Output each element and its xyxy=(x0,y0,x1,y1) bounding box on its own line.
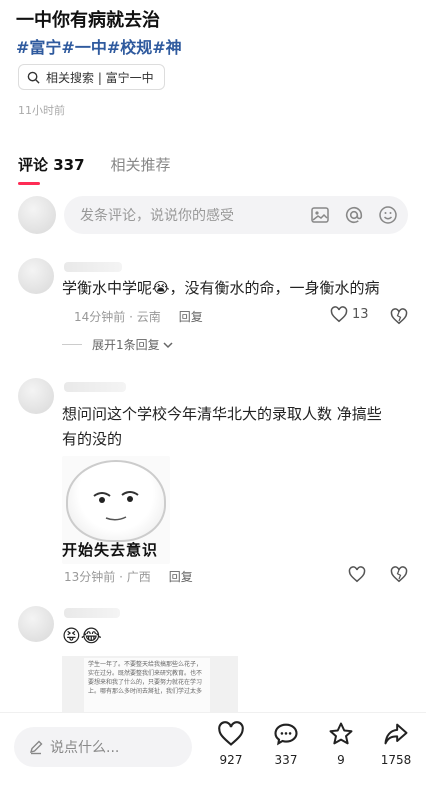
say-input-placeholder: 说点什么... xyxy=(50,740,120,756)
share-action[interactable]: 1758 xyxy=(374,721,418,767)
like-action[interactable]: 927 xyxy=(209,721,253,767)
commenter-name[interactable] xyxy=(64,608,120,618)
related-search-label: 相关搜索 | 富宁一中 xyxy=(46,70,154,85)
post-timestamp: 11小时前 xyxy=(18,104,65,117)
image-icon[interactable] xyxy=(310,205,330,225)
favorite-action[interactable]: 9 xyxy=(319,721,363,767)
comment-count: 337 xyxy=(274,753,298,767)
comment-like[interactable]: 13 xyxy=(330,306,369,323)
chevron-down-icon xyxy=(163,341,173,348)
comment-text-continued: 有的没的 xyxy=(62,430,123,448)
heart-icon[interactable] xyxy=(348,566,366,583)
comment-text: 想问问这个学校今年清华北大的录取人数 净搞些 xyxy=(62,405,382,423)
hashtag[interactable]: #富宁 xyxy=(16,38,61,57)
say-something-input[interactable]: 说点什么... xyxy=(14,727,192,767)
meme-caption: 开始失去意识 xyxy=(62,541,159,559)
emoji-icon[interactable] xyxy=(378,205,398,225)
share-count: 1758 xyxy=(380,753,412,767)
hashtag[interactable]: #神 xyxy=(152,38,181,57)
like-count: 927 xyxy=(219,753,243,767)
comment-input-placeholder: 发条评论，说说你的感受 xyxy=(80,208,234,224)
dislike-icon[interactable] xyxy=(390,308,408,325)
comment-tabs: 评论 337 相关推荐 xyxy=(18,154,197,185)
comment-text: 学衡水中学呢😭，没有衡水的命，一身衡水的病 xyxy=(62,279,380,297)
dislike-icon[interactable] xyxy=(390,566,408,583)
at-mention-icon[interactable] xyxy=(344,205,364,225)
comment-meta: 14分钟前 · 云南 回复 xyxy=(74,308,203,325)
comment-time-location: 13分钟前 · 广西 xyxy=(64,570,151,584)
comment-meta: 13分钟前 · 广西 回复 xyxy=(64,568,193,585)
heart-icon xyxy=(330,306,348,323)
meme-image[interactable]: 开始失去意识 xyxy=(62,456,170,564)
hashtag[interactable]: #一中 xyxy=(61,38,106,57)
favorite-count: 9 xyxy=(337,753,345,767)
pencil-icon xyxy=(29,740,43,755)
meme-face xyxy=(66,460,166,542)
commenter-avatar[interactable] xyxy=(18,378,54,414)
tab-comments[interactable]: 评论 337 xyxy=(18,154,85,185)
input-tools xyxy=(310,205,398,225)
related-search-chip[interactable]: 相关搜索 | 富宁一中 xyxy=(18,64,165,90)
tab-related[interactable]: 相关推荐 xyxy=(111,154,171,185)
divider xyxy=(62,344,82,345)
expand-replies-label: 展开1条回复 xyxy=(92,338,160,352)
comment-input[interactable]: 发条评论，说说你的感受 xyxy=(64,196,408,234)
star-icon xyxy=(329,722,353,745)
search-icon xyxy=(27,71,40,84)
comment-bubble-icon xyxy=(274,723,298,746)
hashtag-list: #富宁#一中#校规#神 xyxy=(16,34,182,58)
hashtag[interactable]: #校规 xyxy=(107,38,152,57)
reply-button[interactable]: 回复 xyxy=(169,568,193,585)
post-title: 一中你有病就去治 xyxy=(16,10,160,31)
comment-time-location: 14分钟前 · 云南 xyxy=(74,310,161,324)
comment-action[interactable]: 337 xyxy=(264,721,308,767)
commenter-name[interactable] xyxy=(64,382,126,392)
share-arrow-icon xyxy=(384,723,408,745)
like-count: 13 xyxy=(352,307,369,322)
reply-button[interactable]: 回复 xyxy=(179,308,203,325)
heart-icon xyxy=(218,721,244,746)
commenter-name[interactable] xyxy=(64,262,122,272)
commenter-avatar[interactable] xyxy=(18,258,54,294)
expand-replies-button[interactable]: 展开1条回复 xyxy=(62,336,174,353)
bottom-action-bar: 说点什么... 927 337 9 1758 xyxy=(0,712,426,800)
commenter-avatar[interactable] xyxy=(18,606,54,642)
current-user-avatar[interactable] xyxy=(18,196,56,234)
comment-emojis: 😝😂 xyxy=(62,626,102,647)
